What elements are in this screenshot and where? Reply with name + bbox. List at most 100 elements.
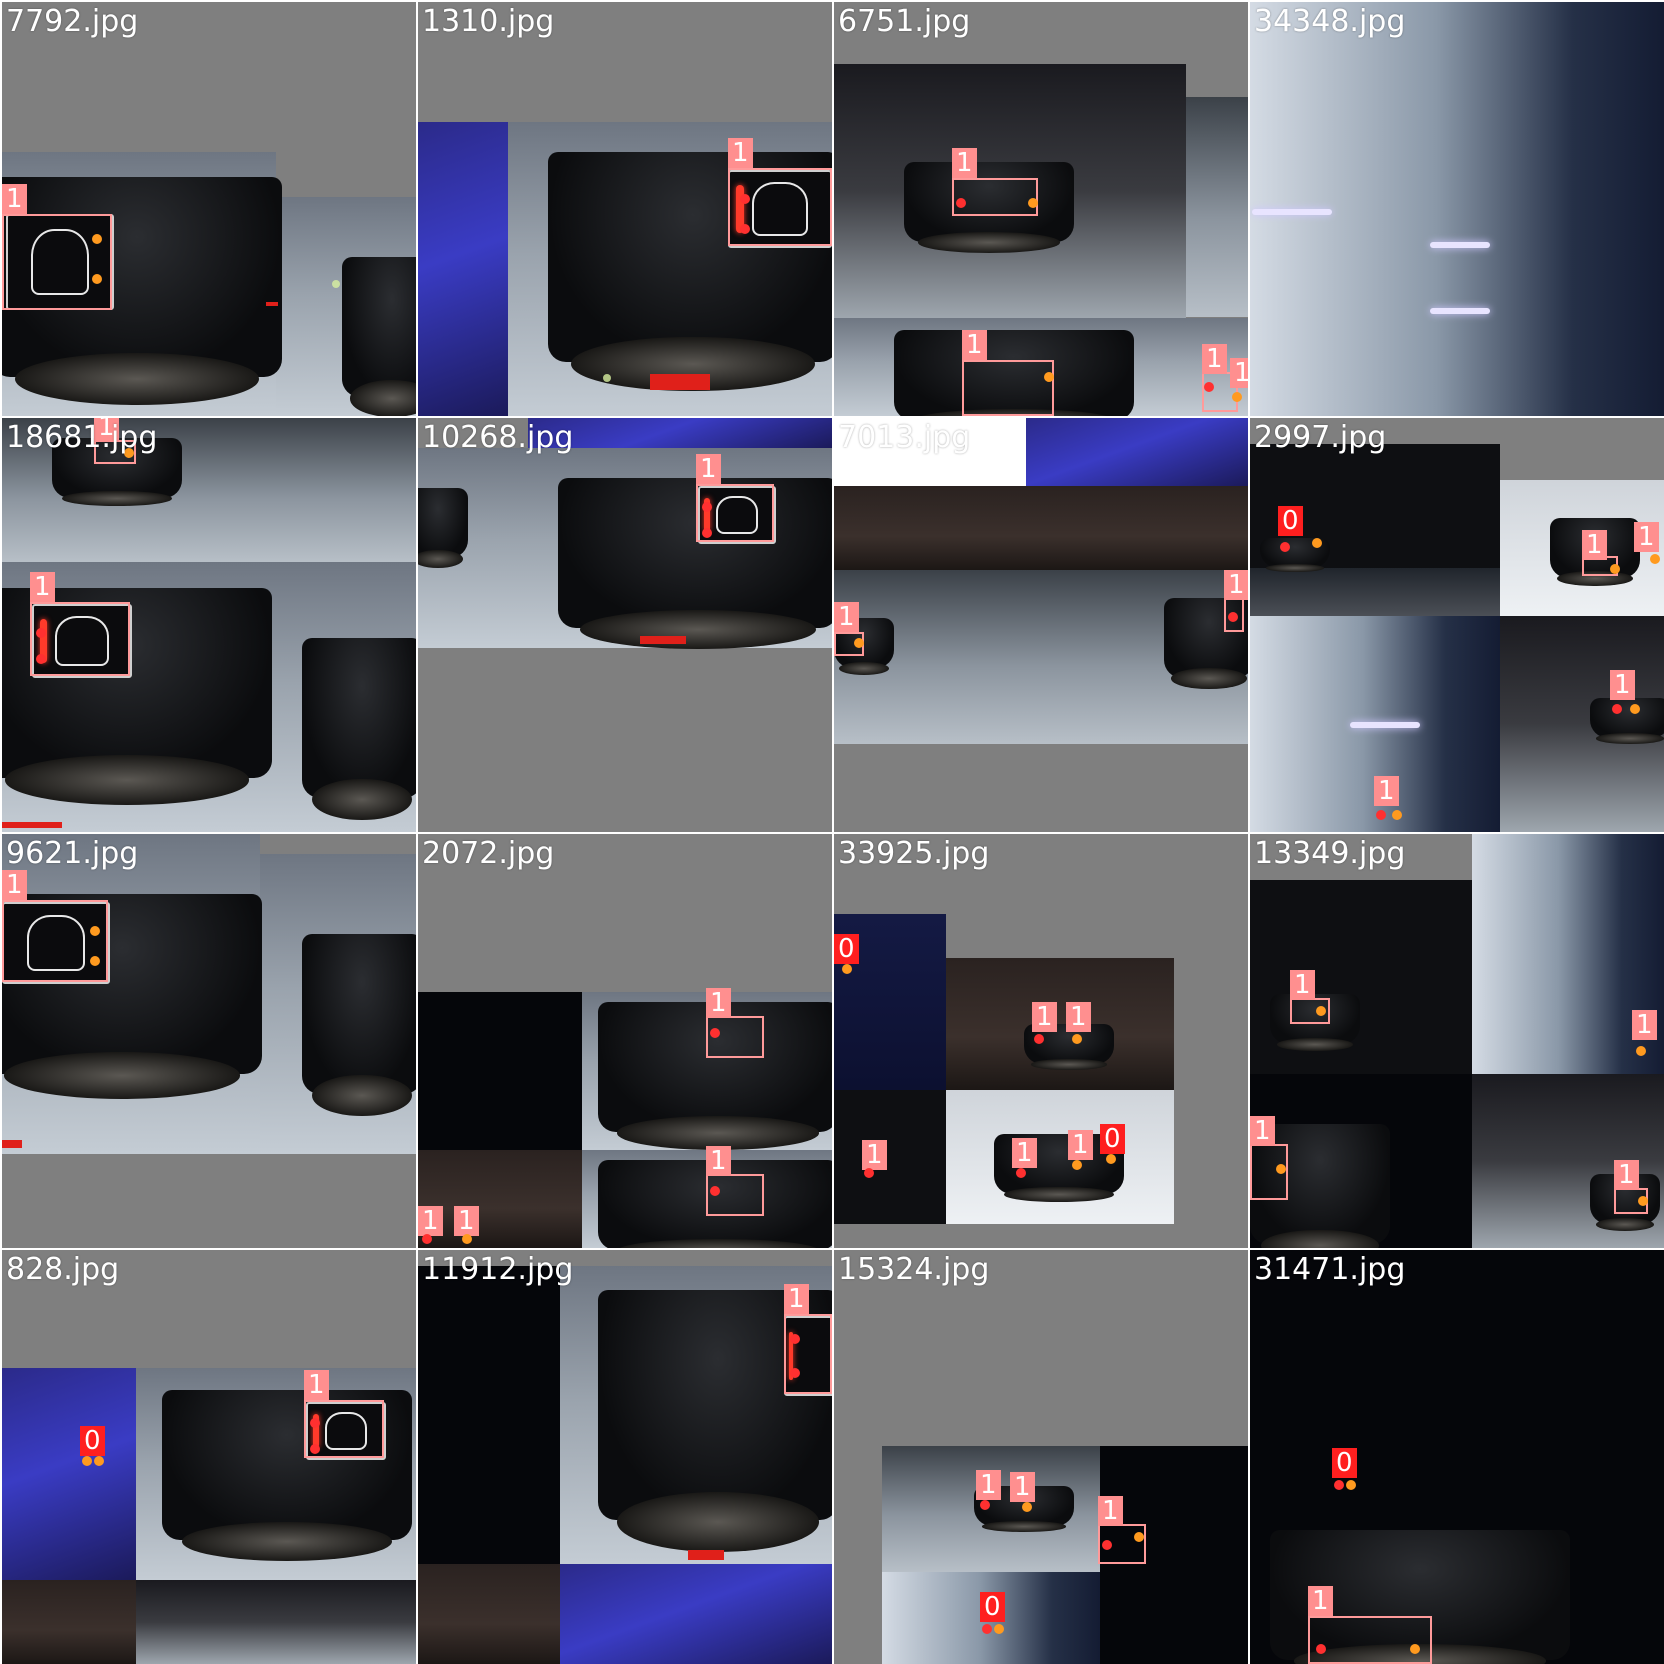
image-filename: 11912.jpg	[422, 1252, 574, 1287]
mosaic-tile: 1 0 828.jpg	[2, 1250, 416, 1664]
class-label: 0	[980, 1592, 1005, 1622]
class-label: 1	[706, 1146, 731, 1176]
keypoint	[1316, 1644, 1326, 1654]
keypoint	[1392, 810, 1402, 820]
class-label: 1	[1610, 670, 1635, 700]
class-label: 1	[706, 988, 731, 1018]
mosaic-grid: 1 7792.jpg 1 1310.jpg 1 1 1 1 6751.jpg 3…	[0, 0, 1664, 1664]
keypoint	[1312, 538, 1322, 548]
keypoint	[790, 1368, 800, 1378]
keypoint	[790, 1334, 800, 1344]
class-label: 1	[862, 1140, 887, 1170]
image-filename: 6751.jpg	[838, 4, 971, 39]
keypoint	[92, 274, 102, 284]
keypoint	[1630, 704, 1640, 714]
keypoint	[310, 1418, 320, 1428]
floor-marking	[640, 636, 686, 644]
robot	[1590, 698, 1664, 744]
class-label: 1	[1012, 1138, 1037, 1168]
ceiling-light	[1350, 722, 1420, 728]
mosaic-tile: 1 1 1 0 15324.jpg	[834, 1250, 1248, 1664]
class-label: 1	[1010, 1472, 1035, 1502]
keypoint	[710, 1186, 720, 1196]
keypoint	[710, 1028, 720, 1038]
keypoint	[1228, 612, 1238, 622]
class-label: 1	[1634, 522, 1659, 552]
image-filename: 2997.jpg	[1254, 420, 1387, 455]
keypoint	[842, 964, 852, 974]
keypoint	[1034, 1034, 1044, 1044]
mosaic-image-patch	[418, 1150, 582, 1248]
keypoint	[1276, 1164, 1286, 1174]
class-label: 1	[2, 184, 27, 214]
floor-marking	[650, 374, 710, 390]
class-label: 1	[1582, 530, 1607, 560]
class-label: 1	[454, 1206, 479, 1236]
image-filename: 18681.jpg	[6, 420, 158, 455]
ceiling-light	[1430, 308, 1490, 314]
class-label: 1	[834, 602, 859, 632]
class-label: 1	[304, 1370, 329, 1400]
class-label: 1	[1632, 1010, 1657, 1040]
keypoint	[854, 638, 864, 648]
keypoint	[1134, 1532, 1144, 1542]
class-label: 0	[1100, 1124, 1125, 1154]
robot	[558, 478, 832, 649]
detection-box	[30, 602, 130, 676]
mosaic-tile: 1 1310.jpg	[418, 2, 832, 416]
keypoint	[1044, 372, 1054, 382]
mosaic-tile: 1 1 1 1 13349.jpg	[1250, 834, 1664, 1248]
keypoint	[1204, 382, 1214, 392]
mosaic-image-patch	[2, 1580, 136, 1664]
keypoint	[1106, 1154, 1116, 1164]
keypoint	[1636, 1046, 1646, 1056]
keypoint	[1376, 810, 1386, 820]
keypoint	[36, 654, 46, 664]
class-label: 1	[418, 1206, 443, 1236]
class-label: 1	[1614, 1160, 1639, 1190]
detection-box	[962, 360, 1054, 416]
mosaic-image-patch	[560, 1564, 832, 1664]
keypoint	[36, 628, 46, 638]
image-filename: 31471.jpg	[1254, 1252, 1406, 1287]
class-label: 1	[1290, 970, 1315, 1000]
mosaic-tile: 34348.jpg	[1250, 2, 1664, 416]
image-filename: 15324.jpg	[838, 1252, 990, 1287]
keypoint	[310, 1444, 320, 1454]
mosaic-tile: 1 1 18681.jpg	[2, 418, 416, 832]
image-filename: 9621.jpg	[6, 836, 139, 871]
class-label: 0	[1278, 506, 1303, 536]
mosaic-image-patch	[2, 1368, 136, 1580]
image-filename: 13349.jpg	[1254, 836, 1406, 871]
keypoint	[1022, 1502, 1032, 1512]
keypoint	[422, 1234, 432, 1244]
image-filename: 1310.jpg	[422, 4, 555, 39]
mosaic-image-patch	[528, 418, 832, 448]
class-label: 1	[976, 1470, 1001, 1500]
projectile-ball	[332, 280, 340, 288]
mosaic-image-patch	[1026, 418, 1248, 486]
mosaic-image-patch	[418, 1266, 560, 1564]
mosaic-image-patch	[834, 1090, 946, 1224]
keypoint	[1334, 1480, 1344, 1490]
mosaic-image-patch	[418, 992, 582, 1150]
class-label: 1	[2, 870, 27, 900]
image-filename: 10268.jpg	[422, 420, 574, 455]
keypoint	[1316, 1006, 1326, 1016]
class-label: 1	[1250, 1116, 1275, 1146]
detection-box	[2, 214, 112, 310]
class-label: 0	[1332, 1448, 1357, 1478]
class-label: 1	[1032, 1002, 1057, 1032]
keypoint	[740, 224, 750, 234]
keypoint	[740, 194, 750, 204]
mosaic-image-patch	[834, 486, 1026, 570]
keypoint	[994, 1624, 1004, 1634]
image-filename: 7792.jpg	[6, 4, 139, 39]
floor-marking	[688, 1550, 724, 1560]
keypoint	[1280, 542, 1290, 552]
keypoint	[1610, 564, 1620, 574]
class-label: 1	[696, 454, 721, 484]
class-label: 1	[1066, 1002, 1091, 1032]
keypoint	[956, 198, 966, 208]
mosaic-tile: 1 10268.jpg	[418, 418, 832, 832]
